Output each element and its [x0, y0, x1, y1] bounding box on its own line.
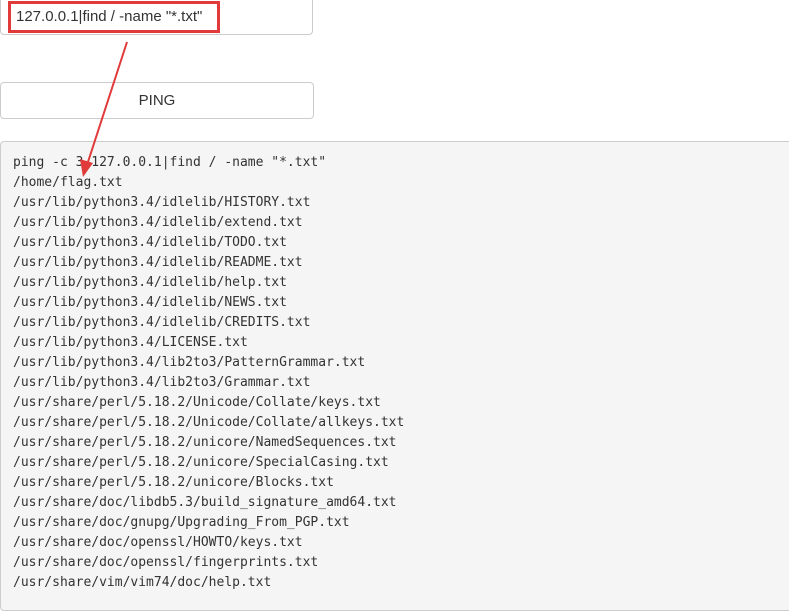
output-line: /usr/lib/python3.4/lib2to3/PatternGramma…	[13, 355, 366, 370]
output-line: /usr/lib/python3.4/lib2to3/Grammar.txt	[13, 375, 311, 390]
output-line: /usr/lib/python3.4/idlelib/NEWS.txt	[13, 295, 287, 310]
output-line: /usr/lib/python3.4/idlelib/extend.txt	[13, 215, 303, 230]
output-line: /usr/share/doc/libdb5.3/build_signature_…	[13, 495, 397, 510]
output-line: /usr/lib/python3.4/idlelib/CREDITS.txt	[13, 315, 311, 330]
output-line: /usr/share/perl/5.18.2/unicore/NamedSequ…	[13, 435, 397, 450]
output-line: /usr/lib/python3.4/idlelib/HISTORY.txt	[13, 195, 311, 210]
output-line: /usr/share/vim/vim74/doc/help.txt	[13, 575, 272, 590]
output-line: /usr/lib/python3.4/idlelib/TODO.txt	[13, 235, 287, 250]
ping-button[interactable]: PING	[0, 82, 314, 119]
output-line: ping -c 3 127.0.0.1|find / -name "*.txt"	[13, 155, 327, 170]
output-line: /usr/lib/python3.4/idlelib/README.txt	[13, 255, 303, 270]
annotation-highlight-box	[8, 1, 220, 33]
output-line: /usr/share/perl/5.18.2/unicore/Blocks.tx…	[13, 475, 334, 490]
output-line: /usr/lib/python3.4/idlelib/help.txt	[13, 275, 287, 290]
output-line: /usr/share/perl/5.18.2/unicore/SpecialCa…	[13, 455, 389, 470]
output-line: /usr/share/doc/openssl/fingerprints.txt	[13, 555, 319, 570]
output-line: /usr/lib/python3.4/LICENSE.txt	[13, 335, 248, 350]
output-line: /usr/share/doc/openssl/HOWTO/keys.txt	[13, 535, 303, 550]
output-line: /usr/share/perl/5.18.2/Unicode/Collate/a…	[13, 415, 405, 430]
output-line: /usr/share/doc/gnupg/Upgrading_From_PGP.…	[13, 515, 350, 530]
command-output: ping -c 3 127.0.0.1|find / -name "*.txt"…	[0, 141, 789, 611]
output-line: /home/flag.txt	[13, 175, 123, 190]
output-line: /usr/share/perl/5.18.2/Unicode/Collate/k…	[13, 395, 381, 410]
